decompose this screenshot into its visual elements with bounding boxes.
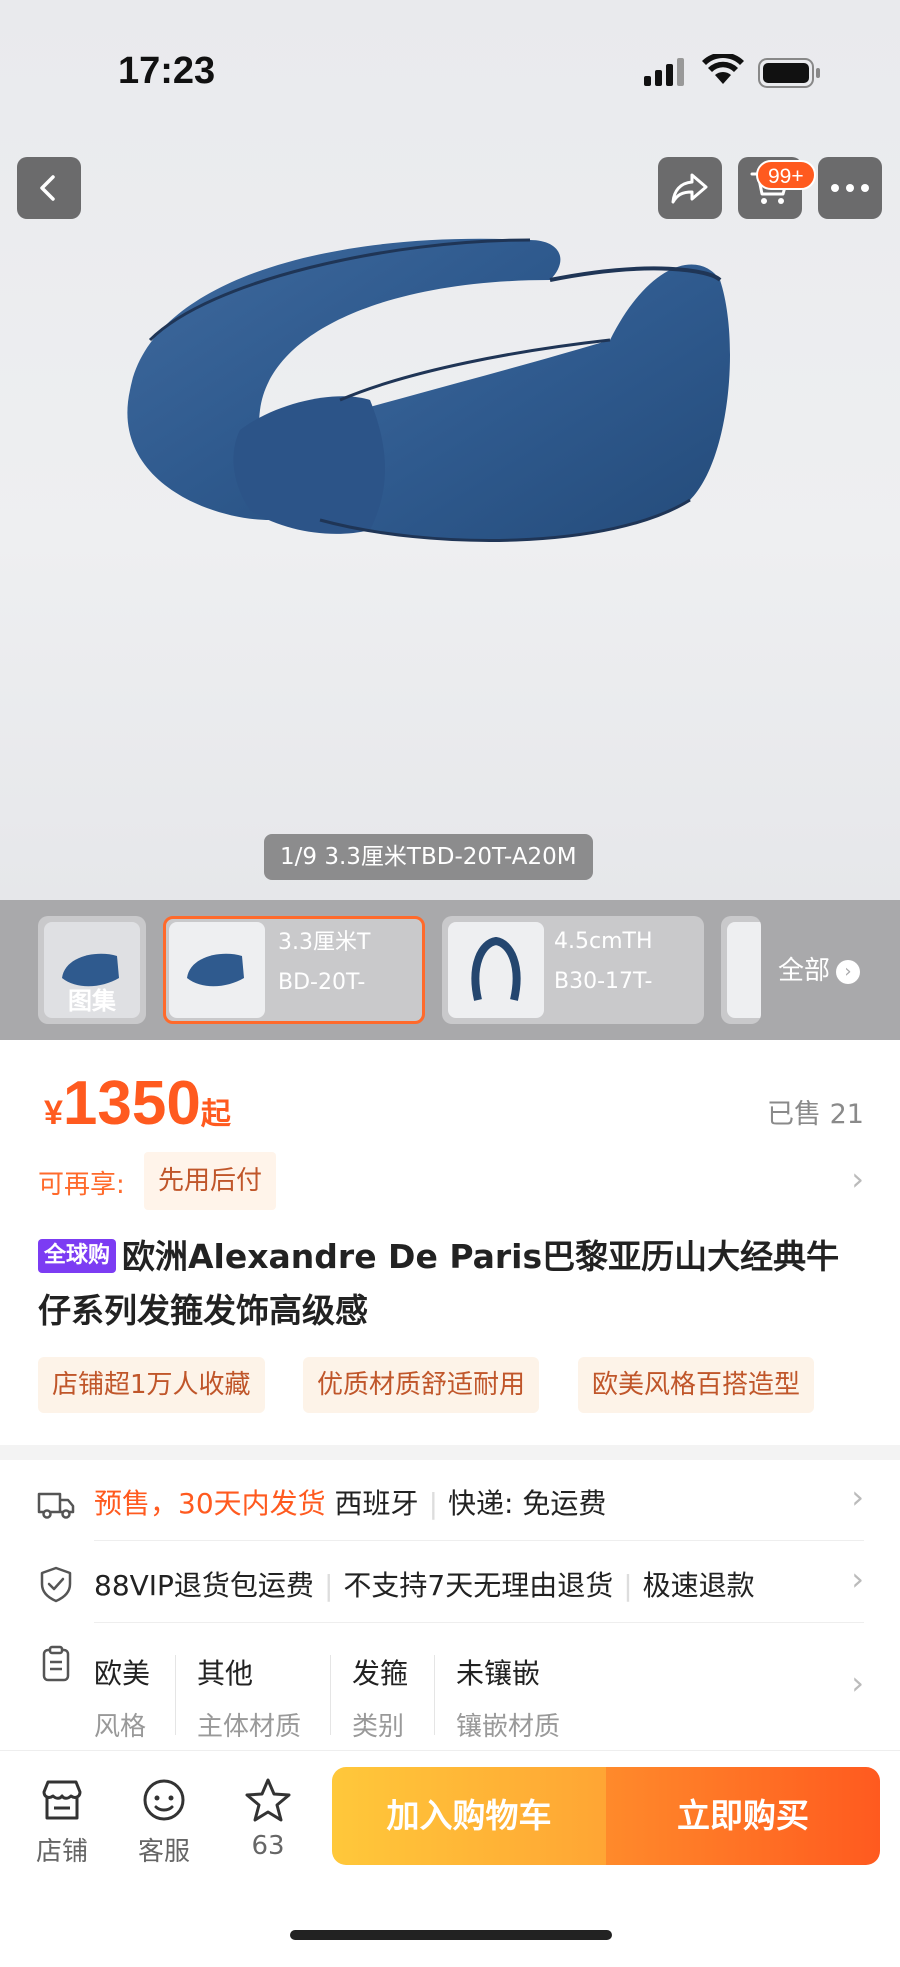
attribute-divider: [434, 1655, 435, 1735]
wifi-icon: [702, 54, 744, 84]
attribute-key: 镶嵌材质: [456, 1712, 561, 1742]
feature-tag: 优质材质舒适耐用: [303, 1357, 540, 1413]
variant-label-line2: BD-20T-: [278, 970, 366, 995]
thumbnail-variant-1[interactable]: 3.3厘米T BD-20T-: [163, 916, 425, 1024]
chevron-right-icon: ›: [851, 1664, 864, 1702]
headband-photo: [127, 238, 730, 542]
favorite-button[interactable]: 63: [228, 1775, 308, 1861]
headband-thumb-icon: [471, 936, 521, 1001]
price: ¥1350起: [44, 1068, 231, 1139]
more-button[interactable]: [818, 157, 882, 219]
enjoy-label: 可再享:: [38, 1170, 125, 1200]
product-image[interactable]: 17:23 99+ 1/9 3.3厘米TBD-20T-A20M: [0, 0, 900, 900]
attribute-style: 欧美 风格: [94, 1652, 150, 1743]
gallery-label: 图集: [68, 987, 116, 1015]
headband-thumb-icon: [187, 953, 244, 987]
guarantee-3: 极速退款: [642, 1569, 755, 1602]
product-info-card: ¥1350起 已售 21 可再享: 先用后付 › 全球购 欧洲Alexandre …: [0, 1040, 900, 1445]
battery-icon: [758, 58, 820, 88]
attribute-value: 未镶嵌: [456, 1657, 541, 1690]
attribute-divider: [330, 1655, 331, 1735]
price-value: 1350: [62, 1069, 201, 1138]
attribute-divider: [175, 1655, 176, 1735]
buy-now-button[interactable]: 立即购买: [606, 1767, 880, 1865]
chevron-right-icon: ›: [836, 960, 861, 984]
divider: [94, 1622, 864, 1623]
variant-label-line1: 4.5cmTH: [554, 929, 653, 954]
product-title-text: 欧洲Alexandre De Paris巴黎亚历山大经典牛仔系列发箍发饰高级感: [38, 1237, 840, 1330]
truck-icon: [37, 1492, 75, 1519]
shield-icon: [40, 1566, 72, 1603]
guarantee-text: 88VIP退货包运费 | 不支持7天无理由退货 | 极速退款: [94, 1569, 755, 1602]
status-time: 17:23: [118, 50, 216, 92]
attribute-key: 主体材质: [197, 1712, 302, 1742]
global-purchase-badge: 全球购: [38, 1239, 117, 1273]
service-label: 客服: [137, 1837, 190, 1867]
attribute-key: 类别: [352, 1712, 405, 1742]
divider: [94, 1540, 864, 1541]
variant-label-line1: 3.3厘米T: [278, 930, 371, 955]
attribute-material: 其他 主体材质: [197, 1652, 301, 1743]
home-indicator: [290, 1930, 612, 1940]
cart-badge: 99+: [756, 160, 816, 190]
attribute-value: 欧美: [94, 1657, 151, 1690]
store-label: 店铺: [35, 1837, 88, 1867]
thumbnail-image: [727, 922, 761, 1018]
variant-label-line2: B30-17T-: [554, 969, 653, 994]
add-to-cart-button[interactable]: 加入购物车: [332, 1767, 606, 1865]
feature-tag: 店铺超1万人收藏: [38, 1357, 265, 1413]
share-button[interactable]: [658, 157, 722, 219]
favorites-count: 63: [251, 1831, 285, 1861]
shipping-text: 预售，30天内发货 西班牙 | 快递: 免运费: [94, 1487, 607, 1520]
presale-text: 预售，30天内发货: [94, 1487, 326, 1520]
customer-service-button[interactable]: 客服: [124, 1775, 204, 1868]
attribute-category: 发箍 类别: [352, 1652, 408, 1743]
thumbnail-strip: 图集 3.3厘米T BD-20T- 4.5cmTH B30-17T-: [0, 900, 900, 1040]
attribute-key: 风格: [94, 1712, 147, 1742]
all-variants-button[interactable]: 全部 ›: [778, 950, 861, 987]
store-icon: [42, 1780, 82, 1820]
price-suffix: 起: [200, 1098, 231, 1131]
store-button[interactable]: 店铺: [22, 1775, 102, 1868]
pay-later-row[interactable]: 可再享: 先用后付 ›: [38, 1152, 864, 1210]
thumbnail-image: [448, 922, 544, 1018]
thumbnail-variant-3[interactable]: [721, 916, 761, 1024]
guarantee-row[interactable]: 88VIP退货包运费 | 不支持7天无理由退货 | 极速退款 ›: [0, 1542, 900, 1624]
thumbnail-image: [169, 922, 265, 1018]
status-bar: 17:23: [0, 0, 900, 140]
all-label: 全部: [778, 956, 831, 986]
chevron-right-icon: ›: [851, 1160, 864, 1198]
guarantee-1: 88VIP退货包运费: [94, 1569, 314, 1602]
service-face-icon: [143, 1779, 185, 1821]
thumbnail-gallery[interactable]: 图集: [38, 916, 146, 1024]
more-icon: [831, 184, 869, 192]
attribute-value: 发箍: [352, 1657, 409, 1690]
clipboard-icon: [42, 1645, 70, 1682]
share-icon: [671, 173, 708, 204]
price-currency: ¥: [44, 1094, 63, 1132]
guarantee-2: 不支持7天无理由退货: [343, 1569, 614, 1602]
shipping-row[interactable]: 预售，30天内发货 西班牙 | 快递: 免运费 ›: [0, 1460, 900, 1542]
back-icon: [40, 175, 55, 201]
origin-text: 西班牙: [334, 1487, 419, 1520]
chevron-right-icon: ›: [851, 1560, 864, 1598]
express-text: 快递: 免运费: [448, 1487, 607, 1520]
attribute-inlay: 未镶嵌 镶嵌材质: [456, 1652, 560, 1743]
chevron-right-icon: ›: [851, 1478, 864, 1516]
sold-count: 已售 21: [767, 1099, 864, 1130]
pay-later-tag: 先用后付: [144, 1152, 277, 1210]
attribute-value: 其他: [197, 1657, 254, 1690]
back-button[interactable]: [17, 157, 81, 219]
thumbnail-variant-2[interactable]: 4.5cmTH B30-17T-: [442, 916, 704, 1024]
feature-tag: 欧美风格百搭造型: [578, 1357, 815, 1413]
product-title: 全球购 欧洲Alexandre De Paris巴黎亚历山大经典牛仔系列发箍发饰高…: [38, 1230, 868, 1338]
signal-icon: [644, 58, 684, 86]
star-icon: [245, 1778, 291, 1822]
image-caption: 1/9 3.3厘米TBD-20T-A20M: [264, 834, 593, 880]
